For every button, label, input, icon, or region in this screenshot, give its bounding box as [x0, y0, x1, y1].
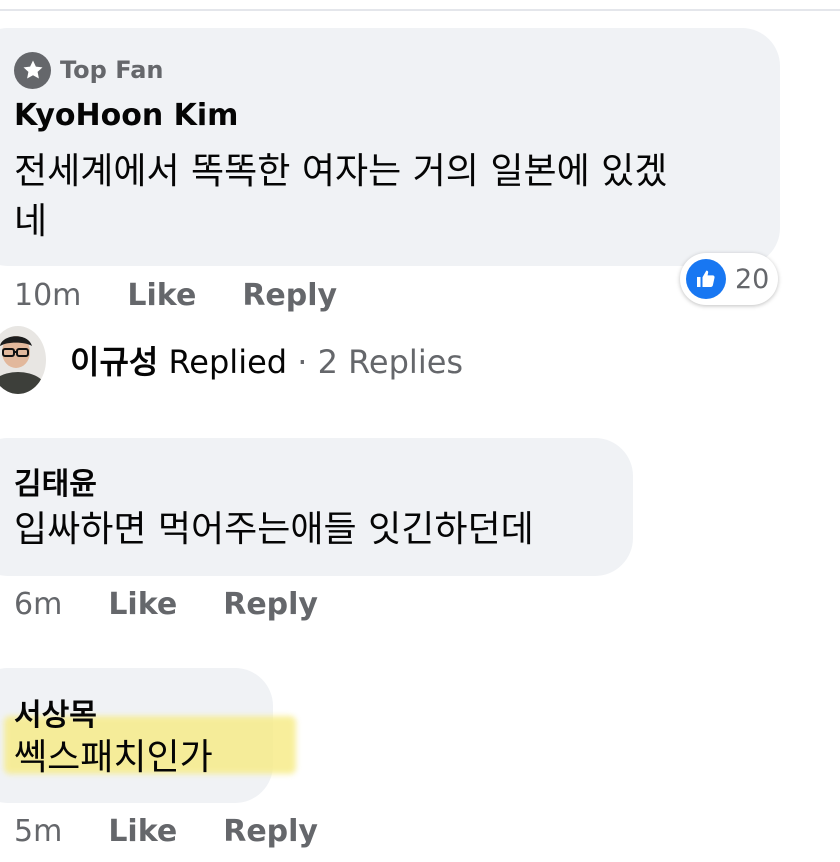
reply-button[interactable]: Reply: [223, 814, 318, 849]
like-button[interactable]: Like: [127, 278, 196, 313]
comment-text-line: 네: [14, 201, 48, 242]
thumbs-up-icon: [686, 259, 726, 299]
star-icon: [14, 51, 51, 89]
like-button[interactable]: Like: [108, 814, 177, 849]
replies-summary-text: 이규성 Replied · 2 Replies: [70, 337, 463, 383]
badge-label: Top Fan: [60, 56, 164, 84]
comment-timestamp[interactable]: 5m: [14, 814, 62, 849]
reaction-summary[interactable]: 20: [680, 253, 778, 305]
comment-actions: 10m Like Reply: [14, 275, 383, 315]
reply-button[interactable]: Reply: [223, 587, 318, 622]
top-divider: [0, 9, 840, 11]
reaction-count: 20: [735, 263, 770, 295]
comment-timestamp[interactable]: 10m: [14, 278, 81, 313]
replier-name: 이규성: [70, 343, 159, 381]
top-fan-badge: Top Fan: [14, 50, 163, 90]
reply-button[interactable]: Reply: [242, 278, 337, 313]
comment-text: 쎅스패치인가: [14, 737, 213, 778]
comment-actions: 5m Like Reply: [14, 811, 364, 851]
replied-label: Replied: [168, 343, 288, 381]
like-button[interactable]: Like: [108, 587, 177, 622]
separator-dot: ·: [297, 343, 308, 381]
comment-text: 입싸하면 먹어주는애들 잇긴하던데: [14, 509, 534, 550]
avatar: [0, 326, 46, 394]
comment-actions: 6m Like Reply: [14, 584, 364, 624]
comment-author[interactable]: 서상목: [14, 690, 97, 734]
comment-author[interactable]: 김태윤: [14, 459, 97, 503]
comment-timestamp[interactable]: 6m: [14, 587, 62, 622]
comment-text-line: 전세계에서 똑똑한 여자는 거의 일본에 있겠: [14, 151, 668, 192]
view-replies-link[interactable]: 이규성 Replied · 2 Replies: [0, 326, 463, 394]
reply-count: 2 Replies: [317, 343, 464, 381]
comment-author[interactable]: KyoHoon Kim: [14, 98, 238, 133]
